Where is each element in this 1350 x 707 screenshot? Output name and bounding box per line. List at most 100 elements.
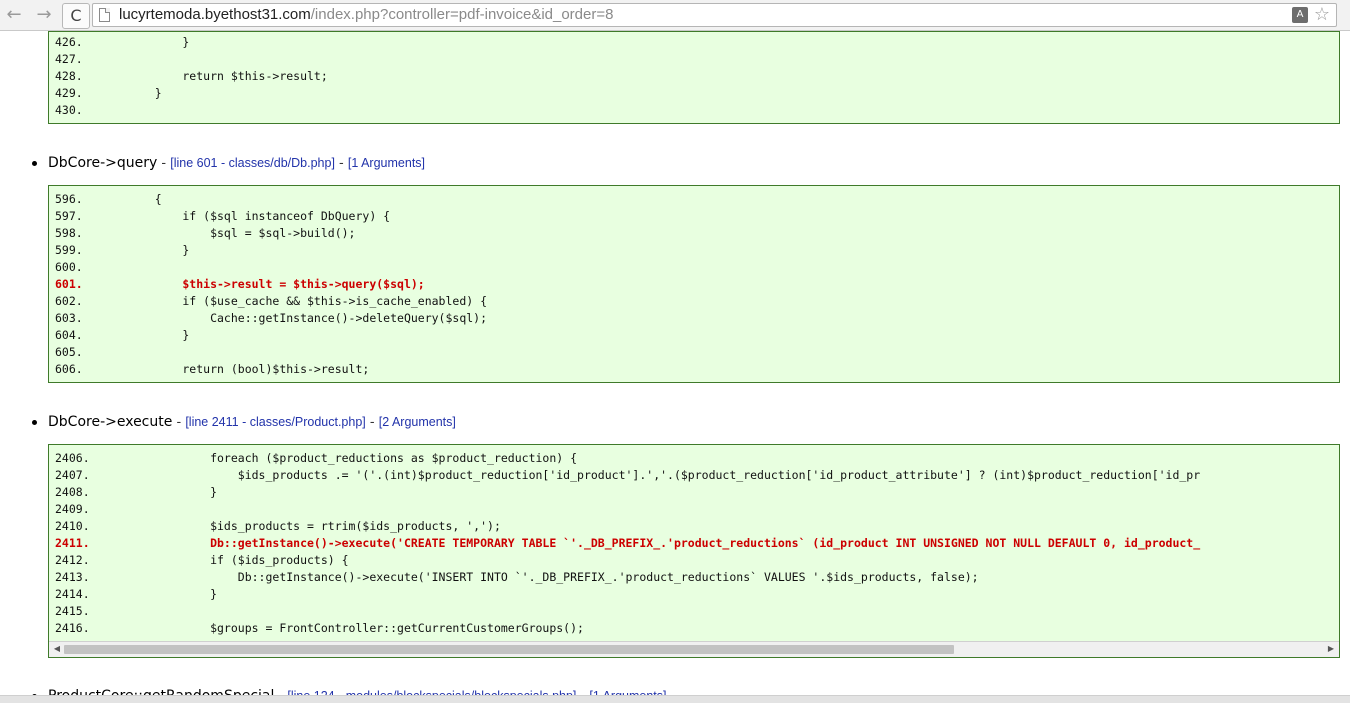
bullet: [32, 161, 37, 166]
code-line: 2407. $ids_products .= '('.(int)$product…: [49, 467, 1339, 484]
code-line: 2410. $ids_products = rtrim($ids_product…: [49, 518, 1339, 535]
line-number: 600.: [55, 260, 83, 274]
arguments-link[interactable]: [1 Arguments]: [348, 156, 425, 170]
source-code: $sql = $sql->build();: [127, 226, 356, 240]
back-button[interactable]: ←: [4, 4, 24, 26]
url-host: lucyrtemoda.byethost31.com: [119, 6, 311, 23]
separator: -: [334, 156, 348, 171]
address-bar[interactable]: lucyrtemoda.byethost31.com/index.php?con…: [92, 3, 1337, 27]
line-number: 604.: [55, 328, 83, 342]
code-line: 2406. foreach ($product_reductions as $p…: [49, 450, 1339, 467]
source-code: }: [127, 587, 218, 601]
line-number: 2416.: [55, 621, 90, 635]
arguments-link[interactable]: [2 Arguments]: [379, 415, 456, 429]
trace-function: DbCore->query - [line 601 - classes/db/D…: [48, 153, 425, 174]
code-line: 602. if ($use_cache && $this->is_cache_e…: [49, 293, 1339, 310]
code-line: 600.: [49, 259, 1339, 276]
code-line: 2414. }: [49, 586, 1339, 603]
scrollbar-thumb[interactable]: [64, 645, 954, 654]
line-number: 597.: [55, 209, 83, 223]
line-number: 2409.: [55, 502, 90, 516]
bullet: [32, 420, 37, 425]
code-block-3: 2406. foreach ($product_reductions as $p…: [48, 444, 1340, 658]
function-name: DbCore->execute: [48, 414, 173, 430]
url-text[interactable]: lucyrtemoda.byethost31.com/index.php?con…: [119, 6, 613, 24]
file-line-link[interactable]: [line 2411 - classes/Product.php]: [185, 415, 365, 429]
code-line: 430.: [49, 102, 1339, 119]
source-code: Db::getInstance()->execute('INSERT INTO …: [127, 570, 979, 584]
source-code: $groups = FrontController::getCurrentCus…: [127, 621, 584, 635]
code-line: 596. {: [49, 191, 1339, 208]
line-number: 603.: [55, 311, 83, 325]
line-number: 2406.: [55, 451, 90, 465]
page-content: 426. } 427. 428. return $this->result; 429.…: [0, 31, 1350, 704]
url-path: /index.php?controller=pdf-invoice&id_ord…: [310, 6, 614, 23]
source-code: }: [127, 328, 190, 342]
page-icon: [99, 8, 110, 22]
line-number: 606.: [55, 362, 83, 376]
bookmark-star-icon[interactable]: ☆: [1314, 4, 1330, 26]
line-number: 602.: [55, 294, 83, 308]
horizontal-scrollbar[interactable]: ◀ ▶: [49, 641, 1339, 657]
code-line: 427.: [49, 51, 1339, 68]
trace-item-dbcore-query: DbCore->query - [line 601 - classes/db/D…: [32, 153, 1332, 173]
source-code: return $this->result;: [127, 69, 328, 83]
line-number: 2410.: [55, 519, 90, 533]
code-line: 2415.: [49, 603, 1339, 620]
separator: -: [172, 415, 186, 430]
forward-button[interactable]: →: [34, 4, 54, 26]
line-number: 599.: [55, 243, 83, 257]
code-line: 428. return $this->result;: [49, 68, 1339, 85]
line-number: 426.: [55, 35, 83, 49]
line-number: 429.: [55, 86, 83, 100]
code-line: 2408. }: [49, 484, 1339, 501]
separator: -: [157, 156, 171, 171]
code-line: 605.: [49, 344, 1339, 361]
source-code: Db::getInstance()->execute('CREATE TEMPO…: [127, 536, 1201, 550]
trace-item-dbcore-execute: DbCore->execute - [line 2411 - classes/P…: [32, 412, 1332, 432]
line-number: 605.: [55, 345, 83, 359]
code-line: 2413. Db::getInstance()->execute('INSERT…: [49, 569, 1339, 586]
code-line: 598. $sql = $sql->build();: [49, 225, 1339, 242]
code-line: 604. }: [49, 327, 1339, 344]
source-code: Cache::getInstance()->deleteQuery($sql);: [127, 311, 488, 325]
line-number: 427.: [55, 52, 83, 66]
source-code: }: [127, 243, 190, 257]
line-number: 2408.: [55, 485, 90, 499]
separator: -: [365, 415, 379, 430]
reload-button[interactable]: C: [62, 3, 90, 29]
trace-function: DbCore->execute - [line 2411 - classes/P…: [48, 412, 456, 433]
scroll-right-arrow-icon[interactable]: ▶: [1325, 643, 1337, 655]
source-code: }: [127, 35, 190, 49]
line-number: 2414.: [55, 587, 90, 601]
highlighted-code-line: 2411. Db::getInstance()->execute('CREATE…: [49, 535, 1339, 552]
source-code: if ($use_cache && $this->is_cache_enable…: [127, 294, 488, 308]
browser-toolbar: ← → C lucyrtemoda.byethost31.com/index.p…: [0, 0, 1350, 31]
code-block-1: 426. } 427. 428. return $this->result; 429.…: [48, 31, 1340, 124]
line-number: 2412.: [55, 553, 90, 567]
source-code: $this->result = $this->query($sql);: [127, 277, 425, 291]
line-number: 2411.: [55, 536, 90, 550]
code-line: 2416. $groups = FrontController::getCurr…: [49, 620, 1339, 637]
line-number: 598.: [55, 226, 83, 240]
code-line: 599. }: [49, 242, 1339, 259]
code-line: 2412. if ($ids_products) {: [49, 552, 1339, 569]
line-number: 596.: [55, 192, 83, 206]
source-code: foreach ($product_reductions as $product…: [127, 451, 578, 465]
scroll-left-arrow-icon[interactable]: ◀: [51, 643, 63, 655]
source-code: }: [127, 86, 162, 100]
line-number: 2413.: [55, 570, 90, 584]
code-line: 603. Cache::getInstance()->deleteQuery($…: [49, 310, 1339, 327]
code-line: 429. }: [49, 85, 1339, 102]
translate-icon[interactable]: A: [1292, 7, 1308, 23]
source-code: $ids_products = rtrim($ids_products, ','…: [127, 519, 501, 533]
line-number: 430.: [55, 103, 83, 117]
line-number: 2415.: [55, 604, 90, 618]
code-block-2: 596. {597. if ($sql instanceof DbQuery) …: [48, 185, 1340, 383]
source-code: if ($sql instanceof DbQuery) {: [127, 209, 391, 223]
file-line-link[interactable]: [line 601 - classes/db/Db.php]: [170, 156, 335, 170]
source-code: $ids_products .= '('.(int)$product_reduc…: [127, 468, 1201, 482]
code-line: 426. }: [49, 34, 1339, 51]
function-name: DbCore->query: [48, 155, 158, 171]
code-line: 2409.: [49, 501, 1339, 518]
